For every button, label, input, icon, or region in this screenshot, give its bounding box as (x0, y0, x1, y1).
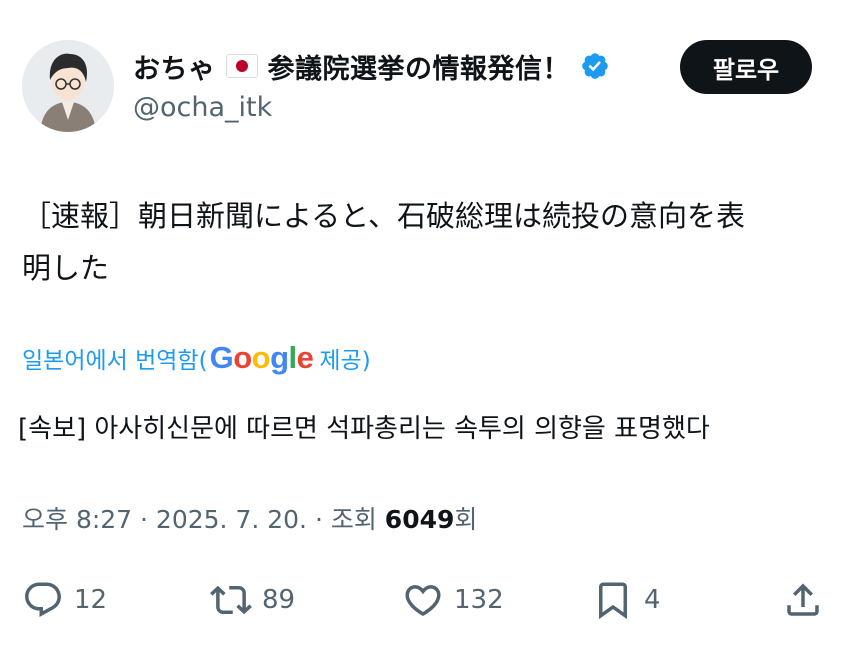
user-avatar-illustration (22, 40, 114, 132)
bookmark-button[interactable]: 4 (592, 572, 661, 628)
view-suffix: 회 (454, 505, 478, 534)
bookmark-icon (599, 582, 627, 620)
tweet-text-line-1: ［速報］朝日新聞によると、石破総理は続投の意向を表 (22, 199, 745, 233)
verified-badge-icon (582, 53, 608, 79)
translation-attribution[interactable]: 일본어에서 번역함( Google 제공) (22, 340, 371, 376)
google-logo: Google (209, 340, 314, 375)
reply-icon (25, 582, 61, 617)
avatar[interactable] (22, 40, 114, 132)
retweet-button[interactable]: 89 (210, 572, 295, 628)
user-name-row[interactable]: おちゃ 参議院選挙の情報発信！ (133, 46, 610, 86)
timestamp[interactable]: 오후 8:27 · 2025. 7. 20. · 조회 (22, 505, 385, 534)
view-count: 6049 (384, 505, 455, 534)
reply-button[interactable]: 12 (22, 572, 107, 628)
like-button[interactable]: 132 (402, 572, 504, 628)
action-bar: 12 89 132 4 (0, 572, 850, 628)
japan-flag-icon (225, 54, 258, 78)
tweet-meta: 오후 8:27 · 2025. 7. 20. · 조회 6049회 (22, 500, 477, 536)
share-icon (787, 583, 819, 616)
translation-suffix: 제공) (319, 348, 371, 374)
user-handle[interactable]: @ocha_itk (133, 92, 272, 123)
translation-prefix: 일본어에서 번역함( (22, 348, 208, 374)
share-button[interactable] (782, 572, 824, 628)
tweet-text: ［速報］朝日新聞によると、石破総理は続投の意向を表 明した (22, 190, 822, 294)
follow-button[interactable]: 팔로우 (680, 40, 812, 94)
bookmark-count: 4 (644, 585, 661, 615)
retweet-icon (210, 585, 252, 615)
translated-text: [속보] 아사히신문에 따르면 석파총리는 속투의 의향을 표명했다 (18, 414, 710, 444)
display-name-suffix[interactable]: 参議院選挙の情報発信！ (268, 47, 571, 86)
retweet-count: 89 (262, 585, 296, 615)
heart-icon (405, 585, 441, 617)
reply-count: 12 (74, 585, 108, 615)
tweet-text-line-2: 明した (22, 251, 110, 285)
like-count: 132 (454, 585, 504, 615)
display-name-prefix[interactable]: おちゃ (133, 47, 216, 86)
